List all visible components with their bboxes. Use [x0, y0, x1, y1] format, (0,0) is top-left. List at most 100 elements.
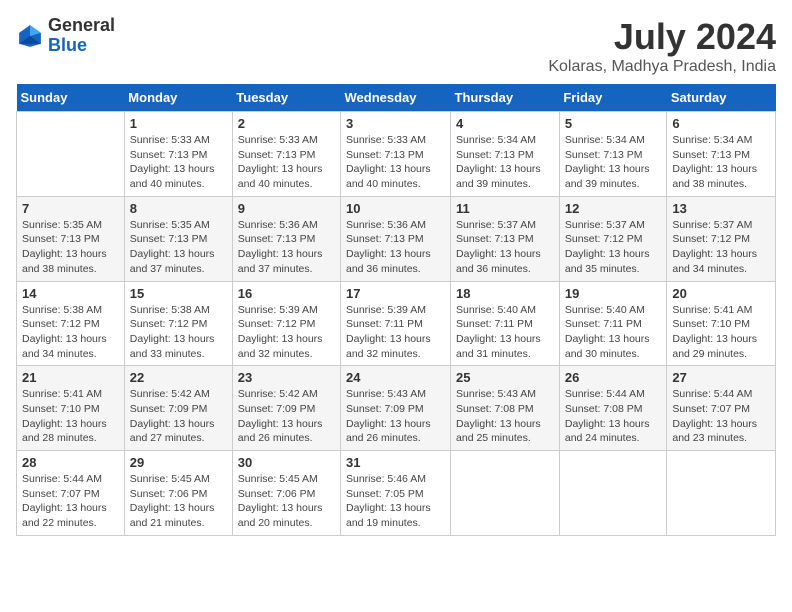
calendar-cell: 27 Sunrise: 5:44 AMSunset: 7:07 PMDayligh… — [667, 366, 776, 451]
day-info: Sunrise: 5:36 AMSunset: 7:13 PMDaylight:… — [346, 218, 445, 277]
day-info: Sunrise: 5:44 AMSunset: 7:07 PMDaylight:… — [22, 472, 119, 531]
calendar-cell — [559, 451, 667, 536]
week-row-1: 1 Sunrise: 5:33 AMSunset: 7:13 PMDaylight… — [17, 112, 776, 197]
logo: General Blue — [16, 16, 115, 56]
col-thursday: Thursday — [451, 84, 560, 112]
col-wednesday: Wednesday — [341, 84, 451, 112]
day-number: 31 — [346, 455, 445, 470]
calendar-cell: 5Sunrise: 5:34 AMSunset: 7:13 PMDaylight… — [559, 112, 667, 197]
calendar-cell: 10 Sunrise: 5:36 AMSunset: 7:13 PMDayligh… — [341, 196, 451, 281]
calendar-cell: 17 Sunrise: 5:39 AMSunset: 7:11 PMDayligh… — [341, 281, 451, 366]
calendar-body: 1 Sunrise: 5:33 AMSunset: 7:13 PMDaylight… — [17, 112, 776, 536]
day-number: 2 — [238, 116, 335, 131]
day-number: 4 — [456, 116, 554, 131]
day-number: 18 — [456, 286, 554, 301]
day-number: 17 — [346, 286, 445, 301]
calendar-cell: 12 Sunrise: 5:37 AMSunset: 7:12 PMDayligh… — [559, 196, 667, 281]
week-row-5: 28 Sunrise: 5:44 AMSunset: 7:07 PMDayligh… — [17, 451, 776, 536]
calendar-cell: 15 Sunrise: 5:38 AMSunset: 7:12 PMDayligh… — [124, 281, 232, 366]
day-number: 30 — [238, 455, 335, 470]
logo-blue: Blue — [48, 36, 115, 56]
day-number: 29 — [130, 455, 227, 470]
calendar-cell: 2 Sunrise: 5:33 AMSunset: 7:13 PMDaylight… — [232, 112, 340, 197]
calendar-cell: 31 Sunrise: 5:46 AMSunset: 7:05 PMDayligh… — [341, 451, 451, 536]
day-info: Sunrise: 5:41 AMSunset: 7:10 PMDaylight:… — [672, 303, 770, 362]
day-info: Sunrise: 5:46 AMSunset: 7:05 PMDaylight:… — [346, 472, 445, 531]
day-number: 28 — [22, 455, 119, 470]
day-number: 11 — [456, 201, 554, 216]
day-number: 3 — [346, 116, 445, 131]
day-number: 22 — [130, 370, 227, 385]
day-number: 19 — [565, 286, 662, 301]
day-info: Sunrise: 5:38 AMSunset: 7:12 PMDaylight:… — [22, 303, 119, 362]
day-number: 7 — [22, 201, 119, 216]
day-info: Sunrise: 5:45 AMSunset: 7:06 PMDaylight:… — [238, 472, 335, 531]
day-info: Sunrise: 5:37 AMSunset: 7:12 PMDaylight:… — [672, 218, 770, 277]
title-section: July 2024 Kolaras, Madhya Pradesh, India — [548, 16, 776, 76]
day-info: Sunrise: 5:36 AMSunset: 7:13 PMDaylight:… — [238, 218, 335, 277]
day-number: 23 — [238, 370, 335, 385]
subtitle: Kolaras, Madhya Pradesh, India — [548, 58, 776, 76]
day-info: Sunrise: 5:44 AMSunset: 7:08 PMDaylight:… — [565, 387, 662, 446]
day-info: Sunrise: 5:37 AMSunset: 7:12 PMDaylight:… — [565, 218, 662, 277]
day-info: Sunrise: 5:34 AMSunset: 7:13 PMDaylight:… — [672, 133, 770, 192]
calendar-cell: 8Sunrise: 5:35 AMSunset: 7:13 PMDaylight… — [124, 196, 232, 281]
calendar-cell: 25Sunrise: 5:43 AMSunset: 7:08 PMDayligh… — [451, 366, 560, 451]
col-sunday: Sunday — [17, 84, 125, 112]
day-info: Sunrise: 5:41 AMSunset: 7:10 PMDaylight:… — [22, 387, 119, 446]
col-saturday: Saturday — [667, 84, 776, 112]
day-number: 12 — [565, 201, 662, 216]
day-info: Sunrise: 5:33 AMSunset: 7:13 PMDaylight:… — [130, 133, 227, 192]
calendar-cell: 30 Sunrise: 5:45 AMSunset: 7:06 PMDayligh… — [232, 451, 340, 536]
calendar-cell: 9 Sunrise: 5:36 AMSunset: 7:13 PMDaylight… — [232, 196, 340, 281]
header-row: Sunday Monday Tuesday Wednesday Thursday… — [17, 84, 776, 112]
calendar-cell: 26 Sunrise: 5:44 AMSunset: 7:08 PMDayligh… — [559, 366, 667, 451]
day-info: Sunrise: 5:40 AMSunset: 7:11 PMDaylight:… — [456, 303, 554, 362]
calendar-cell: 19Sunrise: 5:40 AMSunset: 7:11 PMDayligh… — [559, 281, 667, 366]
calendar-cell: 7 Sunrise: 5:35 AMSunset: 7:13 PMDaylight… — [17, 196, 125, 281]
day-number: 5 — [565, 116, 662, 131]
week-row-2: 7 Sunrise: 5:35 AMSunset: 7:13 PMDaylight… — [17, 196, 776, 281]
col-monday: Monday — [124, 84, 232, 112]
calendar-cell: 21Sunrise: 5:41 AMSunset: 7:10 PMDayligh… — [17, 366, 125, 451]
day-number: 15 — [130, 286, 227, 301]
day-info: Sunrise: 5:39 AMSunset: 7:11 PMDaylight:… — [346, 303, 445, 362]
calendar-cell: 13Sunrise: 5:37 AMSunset: 7:12 PMDayligh… — [667, 196, 776, 281]
calendar-cell: 28 Sunrise: 5:44 AMSunset: 7:07 PMDayligh… — [17, 451, 125, 536]
day-info: Sunrise: 5:42 AMSunset: 7:09 PMDaylight:… — [130, 387, 227, 446]
week-row-3: 14Sunrise: 5:38 AMSunset: 7:12 PMDayligh… — [17, 281, 776, 366]
day-info: Sunrise: 5:38 AMSunset: 7:12 PMDaylight:… — [130, 303, 227, 362]
day-number: 9 — [238, 201, 335, 216]
calendar-cell: 6Sunrise: 5:34 AMSunset: 7:13 PMDaylight… — [667, 112, 776, 197]
week-row-4: 21Sunrise: 5:41 AMSunset: 7:10 PMDayligh… — [17, 366, 776, 451]
day-info: Sunrise: 5:45 AMSunset: 7:06 PMDaylight:… — [130, 472, 227, 531]
main-title: July 2024 — [548, 16, 776, 58]
calendar-cell: 24Sunrise: 5:43 AMSunset: 7:09 PMDayligh… — [341, 366, 451, 451]
calendar-cell: 4 Sunrise: 5:34 AMSunset: 7:13 PMDaylight… — [451, 112, 560, 197]
calendar-cell — [667, 451, 776, 536]
day-number: 27 — [672, 370, 770, 385]
day-number: 10 — [346, 201, 445, 216]
calendar-cell: 16Sunrise: 5:39 AMSunset: 7:12 PMDayligh… — [232, 281, 340, 366]
logo-text: General Blue — [48, 16, 115, 56]
day-number: 8 — [130, 201, 227, 216]
day-info: Sunrise: 5:33 AMSunset: 7:13 PMDaylight:… — [238, 133, 335, 192]
day-info: Sunrise: 5:33 AMSunset: 7:13 PMDaylight:… — [346, 133, 445, 192]
calendar-cell: 11 Sunrise: 5:37 AMSunset: 7:13 PMDayligh… — [451, 196, 560, 281]
calendar-cell: 14Sunrise: 5:38 AMSunset: 7:12 PMDayligh… — [17, 281, 125, 366]
day-info: Sunrise: 5:35 AMSunset: 7:13 PMDaylight:… — [22, 218, 119, 277]
day-info: Sunrise: 5:34 AMSunset: 7:13 PMDaylight:… — [456, 133, 554, 192]
calendar-cell: 22 Sunrise: 5:42 AMSunset: 7:09 PMDayligh… — [124, 366, 232, 451]
day-info: Sunrise: 5:43 AMSunset: 7:08 PMDaylight:… — [456, 387, 554, 446]
day-number: 24 — [346, 370, 445, 385]
col-tuesday: Tuesday — [232, 84, 340, 112]
calendar-cell: 29 Sunrise: 5:45 AMSunset: 7:06 PMDayligh… — [124, 451, 232, 536]
day-info: Sunrise: 5:37 AMSunset: 7:13 PMDaylight:… — [456, 218, 554, 277]
calendar-header: Sunday Monday Tuesday Wednesday Thursday… — [17, 84, 776, 112]
calendar-cell: 3 Sunrise: 5:33 AMSunset: 7:13 PMDaylight… — [341, 112, 451, 197]
logo-general: General — [48, 16, 115, 36]
day-number: 1 — [130, 116, 227, 131]
day-info: Sunrise: 5:44 AMSunset: 7:07 PMDaylight:… — [672, 387, 770, 446]
day-number: 26 — [565, 370, 662, 385]
page-header: General Blue July 2024 Kolaras, Madhya P… — [16, 16, 776, 76]
